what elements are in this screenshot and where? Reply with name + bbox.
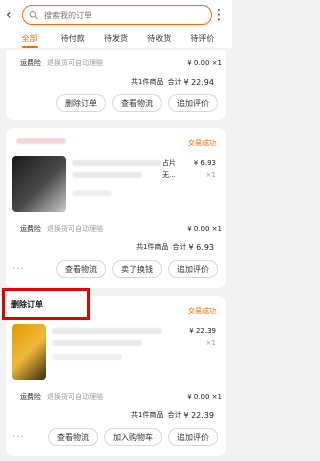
search-input[interactable] — [42, 9, 205, 21]
shipping-insurance-label: 运费险 — [20, 393, 41, 401]
order-tabs: 全部 待付款 待发货 待收货 待评价 — [0, 30, 232, 48]
total-label: 合计 — [172, 243, 187, 251]
total-label: 合计 — [167, 78, 182, 86]
shipping-insurance-label: 运费险 — [20, 59, 41, 67]
more-actions-icon[interactable]: ··· — [12, 264, 25, 275]
more-actions-icon[interactable]: ··· — [12, 432, 25, 443]
product-image[interactable] — [12, 156, 66, 212]
total-label: 合计 — [167, 411, 182, 419]
order-card: 运费险 退换货可自动理赔 ¥ 0.00 ×1 共1件商品 合计 ¥ 22.94 … — [6, 50, 226, 120]
tab-pending-review[interactable]: 待评价 — [181, 33, 224, 48]
add-review-button[interactable]: 追加评价 — [168, 428, 218, 446]
back-icon[interactable]: ‹ — [6, 7, 22, 23]
item-count: 共1件商品 — [130, 411, 164, 419]
delete-order-button[interactable]: 删除订单 — [56, 94, 106, 112]
shipping-insurance-label: 运费险 — [20, 225, 41, 233]
shipping-insurance-value: ¥ 0.00 ×1 — [187, 59, 222, 67]
product-image[interactable] — [12, 324, 46, 380]
shipping-insurance-value: ¥ 0.00 ×1 — [187, 393, 222, 401]
delete-order-popup-item[interactable]: 删除订单 — [2, 288, 90, 320]
tab-pending-shipment[interactable]: 待发货 — [94, 33, 137, 48]
shipping-insurance-note: 退换货可自动理赔 — [47, 393, 103, 401]
shipping-insurance-value: ¥ 0.00 ×1 — [187, 225, 222, 233]
product-quantity: ×1 — [205, 171, 216, 179]
more-menu-icon[interactable]: ⋮ — [212, 7, 226, 23]
product-price: ¥ 22.39 — [189, 327, 216, 335]
order-status: 交易成功 — [188, 307, 216, 315]
add-to-cart-button[interactable]: 加入购物车 — [104, 428, 162, 446]
view-logistics-button[interactable]: 查看物流 — [56, 260, 106, 278]
add-review-button[interactable]: 追加评价 — [168, 260, 218, 278]
shipping-insurance-note: 退换货可自动理赔 — [47, 225, 103, 233]
product-title-fragment: 无... — [162, 171, 176, 179]
order-card: 交易成功 ¥ 22.39 ×1 运费险 退换货可自动理赔 ¥ 0.00 ×1 共… — [6, 296, 226, 456]
total-value: ¥ 6.93 — [188, 242, 214, 252]
total-value: ¥ 22.94 — [183, 77, 214, 87]
tab-pending-receipt[interactable]: 待收货 — [138, 33, 181, 48]
search-box[interactable] — [22, 5, 212, 25]
shipping-insurance-note: 退换货可自动理赔 — [47, 59, 103, 67]
add-review-button[interactable]: 追加评价 — [168, 94, 218, 112]
tab-all[interactable]: 全部 — [8, 33, 51, 48]
item-count: 共1件商品 — [130, 78, 164, 86]
order-status: 交易成功 — [188, 139, 216, 147]
resell-button[interactable]: 卖了换钱 — [112, 260, 162, 278]
view-logistics-button[interactable]: 查看物流 — [112, 94, 162, 112]
product-price: ¥ 6.93 — [193, 159, 216, 167]
view-logistics-button[interactable]: 查看物流 — [48, 428, 98, 446]
delete-order-label: 删除订单 — [11, 299, 43, 309]
top-bar: ‹ ⋮ — [0, 0, 232, 30]
product-title-fragment: 占片 — [162, 159, 176, 167]
tab-pending-payment[interactable]: 待付款 — [51, 33, 94, 48]
item-count: 共1件商品 — [136, 243, 169, 251]
product-quantity: ×1 — [205, 339, 216, 347]
total-value: ¥ 22.39 — [183, 410, 214, 420]
search-icon — [29, 11, 38, 20]
order-card: 交易成功 占片 无... ¥ 6.93 ×1 运费险 退换货可自动理赔 ¥ 0.… — [6, 128, 226, 288]
